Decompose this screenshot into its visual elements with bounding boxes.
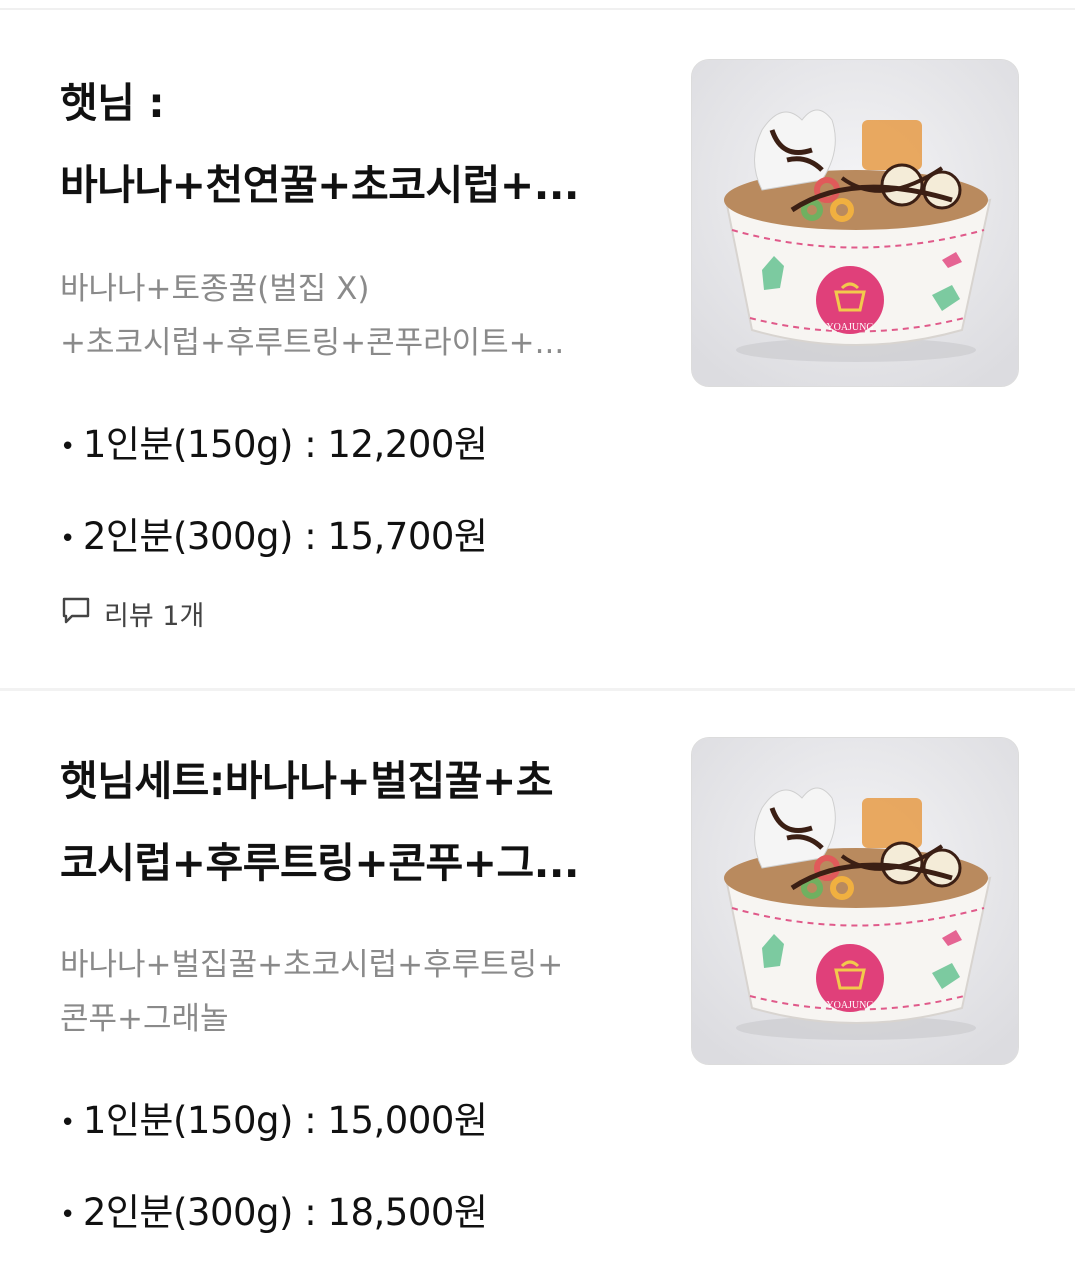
bullet-icon: • xyxy=(60,1199,75,1230)
review-link[interactable]: 리뷰 1개 xyxy=(60,594,204,633)
menu-item-description: 바나나+토종꿀(벌집 X) +초코시럽+후루트링+콘푸라이트+... xyxy=(60,262,660,370)
menu-item-description: 바나나+벌집꿀+초코시럽+후루트링+ 콘푸+그래놀 xyxy=(60,938,660,1046)
menu-item-1[interactable]: 햇님 : 바나나+천연꿀+초코시럽+... 바나나+토종꿀(벌집 X) +초코시… xyxy=(0,12,1075,688)
price-option-1: • 1인분(150g) : 12,200원 xyxy=(60,414,488,468)
price-label: 1인분(150g) : 15,000원 xyxy=(82,1099,488,1142)
title-line: 바나나+천연꿀+초코시럽+... xyxy=(60,161,580,209)
description-line: 콘푸+그래놀 xyxy=(60,1001,229,1037)
yogurt-bowl-illustration: YOAJUNG xyxy=(692,738,1018,1064)
brand-text: YOAJUNG xyxy=(826,322,873,333)
yogurt-bowl-illustration: YOAJUNG xyxy=(692,60,1018,386)
description-line: 바나나+토종꿀(벌집 X) xyxy=(60,271,370,307)
description-line: +초코시럽+후루트링+콘푸라이트+... xyxy=(60,325,565,361)
bullet-icon: • xyxy=(60,523,75,554)
menu-item-image[interactable]: YOAJUNG xyxy=(691,59,1019,387)
title-line: 햇님 : xyxy=(60,79,165,127)
bullet-icon: • xyxy=(60,1107,75,1138)
speech-bubble-icon xyxy=(60,594,92,633)
price-label: 2인분(300g) : 15,700원 xyxy=(82,515,488,558)
price-label: 1인분(150g) : 12,200원 xyxy=(82,423,488,466)
title-line: 햇님세트:바나나+벌집꿀+초 xyxy=(60,757,554,805)
review-count: 리뷰 1개 xyxy=(104,601,205,632)
menu-item-title: 햇님세트:바나나+벌집꿀+초 코시럽+후루트링+콘푸+그... xyxy=(60,740,660,904)
brand-text: YOAJUNG xyxy=(826,1000,873,1011)
description-line: 바나나+벌집꿀+초코시럽+후루트링+ xyxy=(60,947,564,983)
price-label: 2인분(300g) : 18,500원 xyxy=(82,1191,488,1234)
price-option-1: • 1인분(150g) : 15,000원 xyxy=(60,1090,488,1144)
menu-item-2[interactable]: 햇님세트:바나나+벌집꿀+초 코시럽+후루트링+콘푸+그... 바나나+벌집꿀+… xyxy=(0,690,1075,1283)
price-option-2: • 2인분(300g) : 18,500원 xyxy=(60,1182,488,1236)
title-line: 코시럽+후루트링+콘푸+그... xyxy=(60,839,580,887)
bullet-icon: • xyxy=(60,431,75,462)
price-option-2: • 2인분(300g) : 15,700원 xyxy=(60,506,488,560)
top-divider xyxy=(0,0,1075,10)
menu-item-image[interactable]: YOAJUNG xyxy=(691,737,1019,1065)
menu-item-title: 햇님 : 바나나+천연꿀+초코시럽+... xyxy=(60,62,660,226)
